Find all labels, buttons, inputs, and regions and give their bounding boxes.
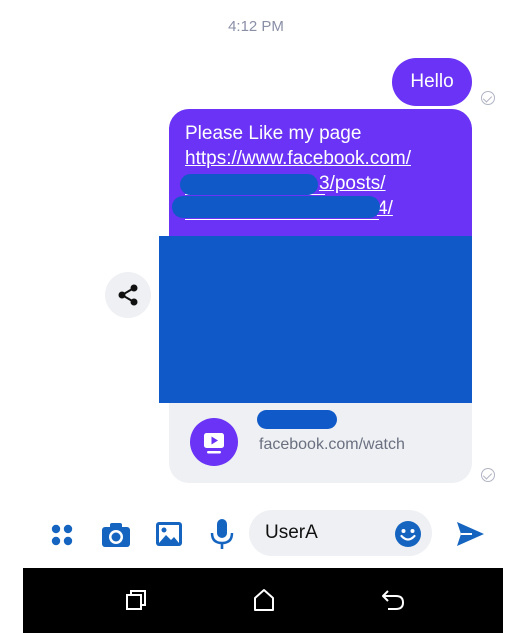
gallery-button[interactable]	[154, 519, 184, 549]
redacted-region	[180, 174, 318, 195]
link-domain: facebook.com/watch	[259, 436, 405, 453]
link-underline	[185, 219, 379, 220]
emoji-button[interactable]	[394, 520, 422, 548]
gallery-icon	[156, 522, 182, 546]
recents-button[interactable]	[124, 588, 148, 612]
sent-message-hello[interactable]: Hello	[392, 58, 472, 106]
emoji-icon	[395, 521, 421, 547]
message-link-part[interactable]: https://www.facebook.com/	[185, 147, 411, 171]
message-link-part[interactable]: 3/posts/	[319, 172, 386, 196]
send-button[interactable]	[454, 518, 486, 550]
apps-button[interactable]	[47, 520, 77, 550]
home-button[interactable]	[252, 587, 276, 613]
redacted-title	[257, 410, 337, 429]
mic-button[interactable]	[208, 517, 236, 551]
message-timestamp: 4:12 PM	[228, 18, 284, 35]
seen-check-icon	[481, 91, 495, 105]
seen-check-icon	[481, 468, 495, 482]
watch-icon	[190, 418, 238, 466]
send-icon	[457, 522, 484, 546]
message-text: Please Like my page	[185, 123, 362, 144]
share-button[interactable]	[105, 272, 151, 318]
link-preview-image[interactable]	[159, 236, 472, 403]
redacted-region	[172, 196, 380, 218]
mic-icon	[210, 519, 234, 549]
back-button[interactable]	[380, 587, 406, 613]
back-icon	[382, 590, 405, 610]
home-icon	[254, 589, 274, 611]
camera-button[interactable]	[100, 519, 132, 549]
camera-icon	[102, 523, 130, 547]
recents-icon	[126, 590, 146, 610]
share-icon	[118, 284, 138, 306]
apps-icon	[51, 524, 73, 546]
